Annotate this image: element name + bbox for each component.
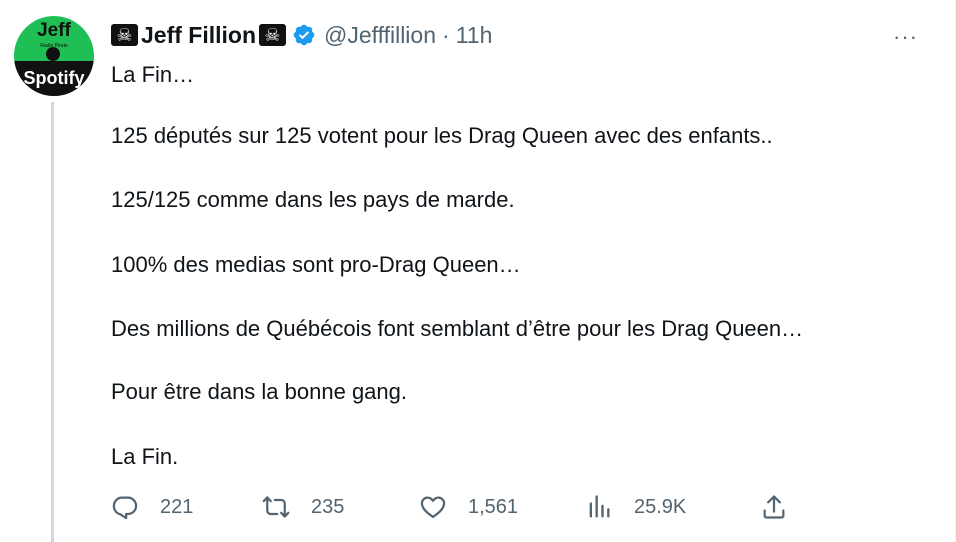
tweet-text-line: 125 députés sur 125 votent pour les Drag… [111,123,773,148]
tweet-text-line: 100% des medias sont pro-Drag Queen… [111,252,521,277]
pirate-flag-emoji: ☠ [259,24,286,46]
avatar[interactable]: Jeff Radio Pirate Spotify [14,16,94,96]
reply-icon [112,496,138,520]
views-icon [589,495,610,518]
share-icon [763,495,785,519]
spotify-logo-icon [46,47,60,61]
verified-badge-icon [293,24,315,46]
more-icon[interactable]: ··· [893,24,918,50]
reply-button[interactable]: 221 [111,490,193,524]
tweet-header: ☠ Jeff Fillion ☠ @Jefffillion · 11h [111,18,492,52]
user-handle[interactable]: @Jefffillion [324,22,436,49]
pirate-flag-emoji: ☠ [111,24,138,46]
tweet-text-line: La Fin… [111,62,195,87]
avatar-text-top: Jeff [37,20,71,41]
tweet-timestamp[interactable]: 11h [456,22,493,49]
tweet-text-line: 125/125 comme dans les pays de marde. [111,187,515,212]
like-count: 1,561 [468,495,519,518]
thread-connector-line [51,102,54,542]
retweet-icon [262,496,290,518]
avatar-text-bottom: Spotify [23,68,85,88]
retweet-count: 235 [311,495,345,518]
tweet-text-line: Des millions de Québécois font semblant … [111,316,804,341]
like-icon [420,496,446,519]
views-count: 25.9K [634,495,687,518]
tweet-text-line: La Fin. [111,444,179,469]
separator-dot: · [442,21,450,48]
display-name[interactable]: ☠ Jeff Fillion ☠ [111,22,286,49]
retweet-button[interactable]: 235 [262,490,344,524]
reply-count: 221 [160,495,194,518]
tweet-text-line: Pour être dans la bonne gang. [111,379,408,404]
views-button[interactable]: 25.9K [585,490,686,524]
display-name-text: Jeff Fillion [141,21,256,48]
like-button[interactable]: 1,561 [419,490,518,524]
share-button[interactable] [760,490,788,524]
